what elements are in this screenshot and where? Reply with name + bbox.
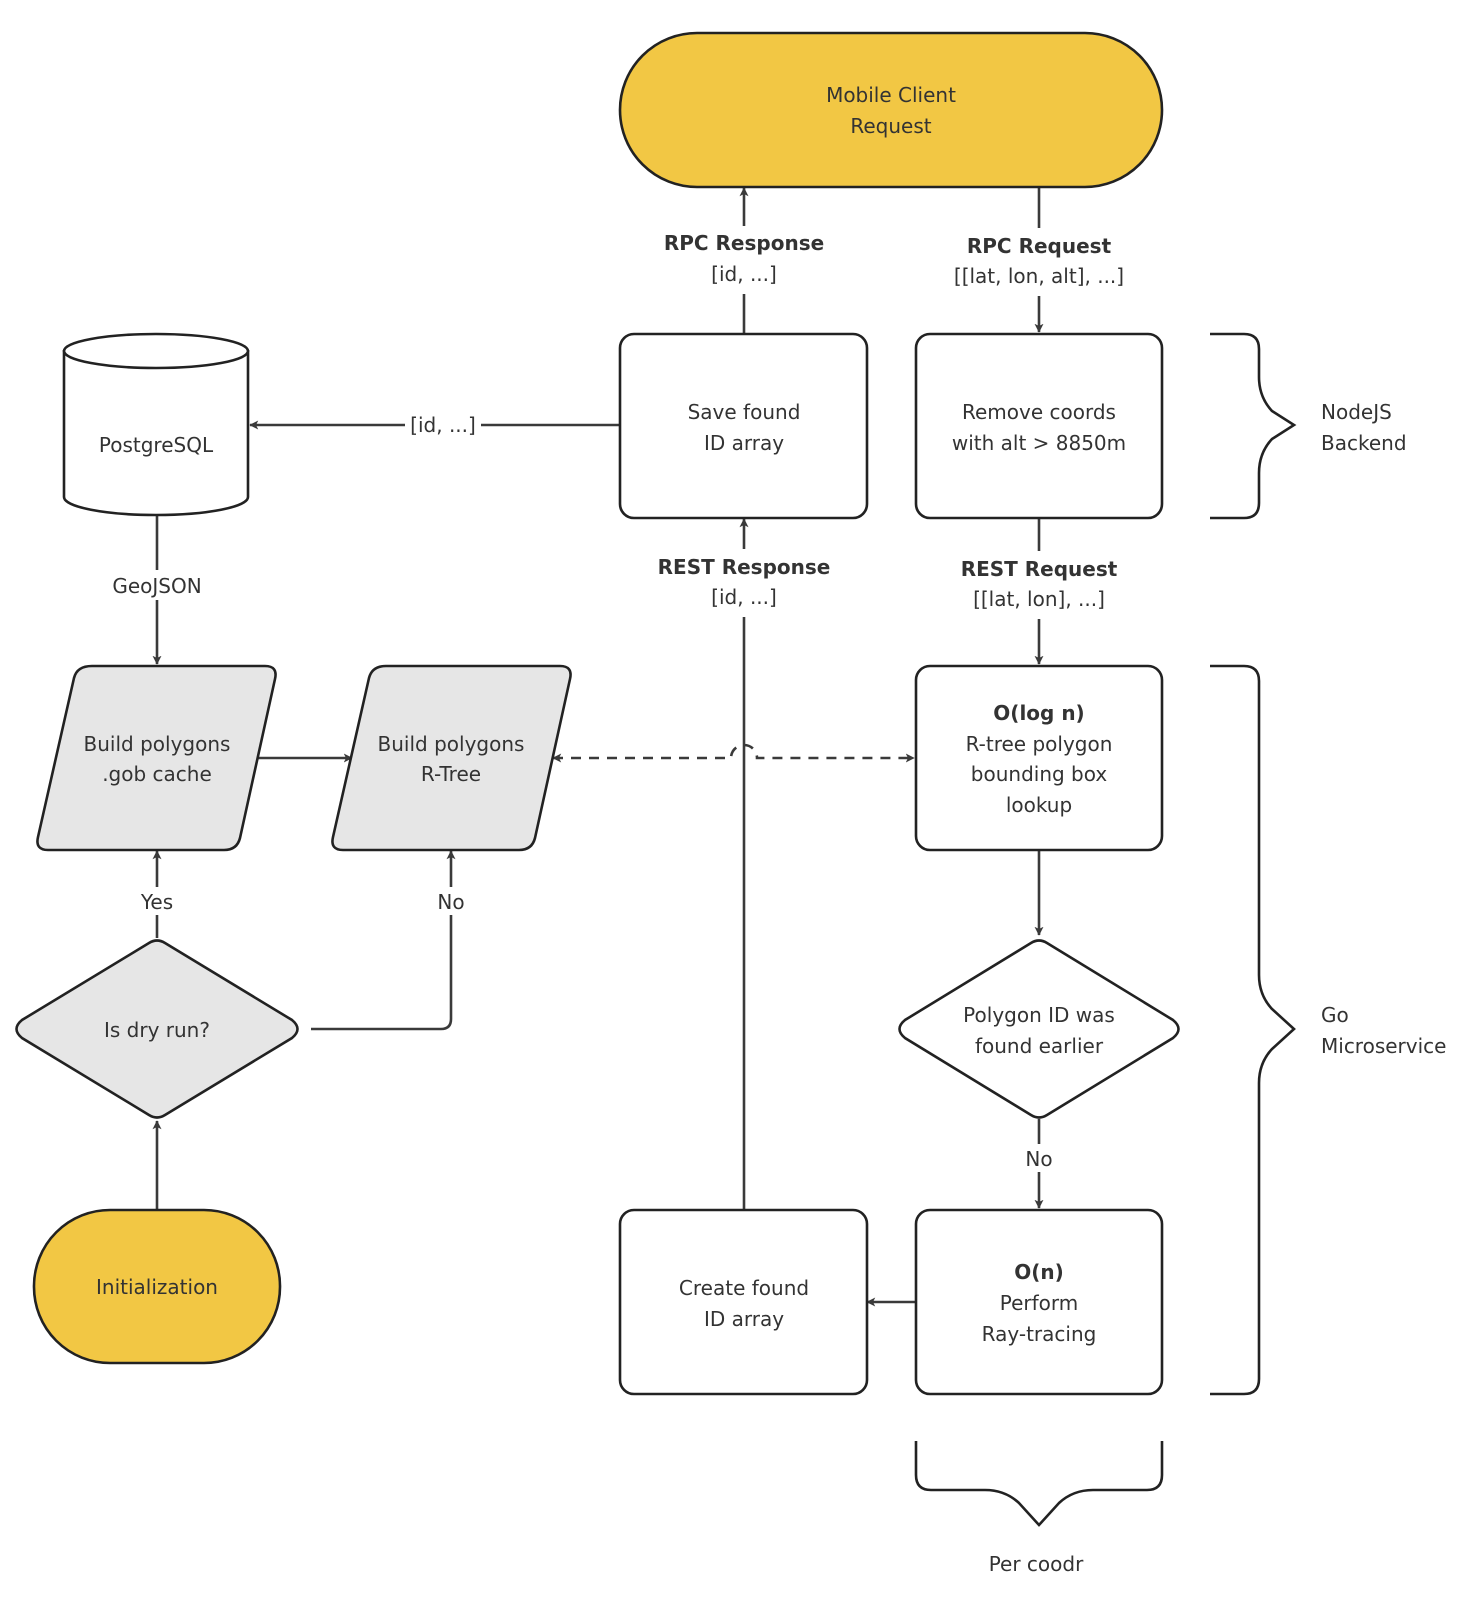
flowchart-canvas: Mobile Client Request Save found ID arra… [15, 31, 1446, 1576]
node-build-gob-cache[interactable]: Build polygons .gob cache [36, 664, 277, 852]
node-remove-coords[interactable]: Remove coords with alt > 8850m [914, 332, 1164, 520]
node-label: Request [850, 114, 931, 138]
node-label: Build polygons [378, 732, 525, 756]
edge-label-title: RPC Request [967, 234, 1112, 258]
node-label: .gob cache [102, 762, 212, 786]
node-label: Mobile Client [826, 83, 956, 107]
group-per-coord: Per coodr [914, 1441, 1164, 1576]
edge-rtree-lookup-dashed [552, 743, 915, 763]
node-title: O(log n) [993, 701, 1084, 725]
brace-icon [1210, 332, 1297, 520]
edge-label-title: REST Response [658, 555, 831, 579]
group-label: Per coodr [989, 1552, 1084, 1576]
node-label: R-Tree [421, 762, 481, 786]
node-label: Initialization [96, 1275, 218, 1299]
label-rest-response: REST Response [id, ...] [655, 549, 835, 617]
node-label: Polygon ID was [963, 1003, 1115, 1027]
label-rest-request: REST Request [[lat, lon], ...] [955, 551, 1125, 619]
node-label: found earlier [975, 1034, 1104, 1058]
node-raytracing[interactable]: O(n) Perform Ray-tracing [914, 1208, 1164, 1396]
node-mobile-client-request[interactable]: Mobile Client Request [618, 31, 1164, 189]
edge-label-title: RPC Response [664, 231, 824, 255]
edge-label: [id, ...] [410, 413, 476, 437]
group-label: Microservice [1321, 1034, 1446, 1058]
node-build-rtree[interactable]: Build polygons R-Tree [331, 664, 572, 852]
node-label: R-tree polygon [966, 732, 1113, 756]
node-initialization[interactable]: Initialization [32, 1208, 282, 1365]
label-rpc-request: RPC Request [[lat, lon, alt], ...] [950, 228, 1130, 296]
edge-dry-no [311, 850, 456, 1031]
edge-label-sub: [[lat, lon], ...] [973, 587, 1105, 611]
edge-label-sub: [[lat, lon, alt], ...] [954, 264, 1124, 288]
brace-icon [914, 1441, 1164, 1527]
group-label: Backend [1321, 431, 1407, 455]
node-label: Ray-tracing [982, 1322, 1097, 1346]
brace-icon [1210, 664, 1296, 1396]
label-no-found: No [1021, 1144, 1057, 1172]
label-no-dry: No [433, 887, 469, 915]
node-label: Save found [688, 400, 801, 424]
node-label: Is dry run? [104, 1018, 210, 1042]
edge-label: GeoJSON [112, 574, 201, 598]
group-label: Go [1321, 1003, 1349, 1027]
node-label: ID array [704, 431, 784, 455]
edge-label-sub: [id, ...] [711, 585, 777, 609]
edge-label: Yes [140, 890, 173, 914]
group-label: NodeJS [1321, 400, 1392, 424]
label-yes: Yes [134, 887, 180, 915]
node-label: with alt > 8850m [952, 431, 1126, 455]
edge-label-sub: [id, ...] [711, 262, 777, 286]
node-label: Remove coords [962, 400, 1116, 424]
node-label: PostgreSQL [99, 433, 214, 457]
edge-label: No [437, 890, 464, 914]
node-polygon-found-decision[interactable]: Polygon ID was found earlier [898, 939, 1180, 1119]
label-save-to-db: [id, ...] [405, 410, 481, 440]
node-label: ID array [704, 1307, 784, 1331]
node-label: Build polygons [84, 732, 231, 756]
node-title: O(n) [1014, 1260, 1064, 1284]
node-label: Create found [679, 1276, 809, 1300]
edge-label: No [1025, 1147, 1052, 1171]
label-geojson: GeoJSON [105, 570, 209, 600]
node-create-found-id-array[interactable]: Create found ID array [618, 1208, 869, 1396]
node-is-dry-run-decision[interactable]: Is dry run? [15, 939, 299, 1119]
edge-label-title: REST Request [961, 557, 1118, 581]
node-label: lookup [1006, 793, 1072, 817]
node-save-found-id-array[interactable]: Save found ID array [618, 332, 869, 520]
node-postgresql-database[interactable]: PostgreSQL [62, 332, 250, 517]
node-label: Perform [1000, 1291, 1079, 1315]
node-label: bounding box [971, 762, 1108, 786]
node-rtree-lookup[interactable]: O(log n) R-tree polygon bounding box loo… [914, 664, 1164, 852]
label-rpc-response: RPC Response [id, ...] [660, 226, 830, 294]
group-go-microservice: Go Microservice [1210, 664, 1446, 1396]
group-nodejs-backend: NodeJS Backend [1210, 332, 1407, 520]
